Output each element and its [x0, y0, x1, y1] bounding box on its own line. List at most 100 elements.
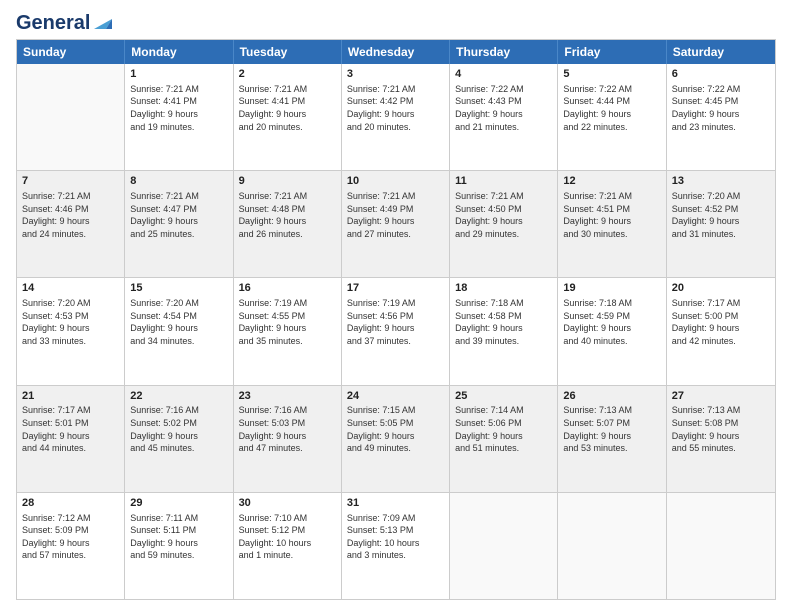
calendar-cell: 12Sunrise: 7:21 AMSunset: 4:51 PMDayligh… [558, 171, 666, 277]
cell-info: and 39 minutes. [455, 335, 552, 348]
cell-info: Sunset: 5:11 PM [130, 524, 227, 537]
calendar-header: SundayMondayTuesdayWednesdayThursdayFrid… [17, 40, 775, 64]
cell-info: Sunset: 4:43 PM [455, 95, 552, 108]
cell-info: and 49 minutes. [347, 442, 444, 455]
calendar-week-row: 7Sunrise: 7:21 AMSunset: 4:46 PMDaylight… [17, 171, 775, 278]
calendar-cell [667, 493, 775, 599]
calendar: SundayMondayTuesdayWednesdayThursdayFrid… [16, 39, 776, 600]
cell-info: and 20 minutes. [239, 121, 336, 134]
cell-info: Sunset: 5:02 PM [130, 417, 227, 430]
calendar-cell: 10Sunrise: 7:21 AMSunset: 4:49 PMDayligh… [342, 171, 450, 277]
day-number: 17 [347, 281, 444, 296]
day-number: 23 [239, 389, 336, 404]
cell-info: Sunrise: 7:16 AM [239, 404, 336, 417]
cell-info: Daylight: 9 hours [455, 215, 552, 228]
cell-info: Sunset: 4:52 PM [672, 203, 770, 216]
cell-info: Sunrise: 7:21 AM [347, 83, 444, 96]
cell-info: Sunset: 4:41 PM [239, 95, 336, 108]
cell-info: Sunrise: 7:20 AM [130, 297, 227, 310]
logo: General [16, 12, 114, 31]
cell-info: Sunrise: 7:21 AM [563, 190, 660, 203]
cell-info: Sunrise: 7:11 AM [130, 512, 227, 525]
calendar-cell: 19Sunrise: 7:18 AMSunset: 4:59 PMDayligh… [558, 278, 666, 384]
calendar-cell: 21Sunrise: 7:17 AMSunset: 5:01 PMDayligh… [17, 386, 125, 492]
cell-info: and 20 minutes. [347, 121, 444, 134]
cell-info: and 37 minutes. [347, 335, 444, 348]
cell-info: Sunset: 5:03 PM [239, 417, 336, 430]
cell-info: and 44 minutes. [22, 442, 119, 455]
cell-info: Daylight: 9 hours [239, 322, 336, 335]
day-number: 18 [455, 281, 552, 296]
cell-info: Sunrise: 7:15 AM [347, 404, 444, 417]
day-number: 26 [563, 389, 660, 404]
day-number: 9 [239, 174, 336, 189]
cell-info: and 40 minutes. [563, 335, 660, 348]
cell-info: Daylight: 9 hours [130, 430, 227, 443]
cell-info: Sunrise: 7:13 AM [563, 404, 660, 417]
day-number: 27 [672, 389, 770, 404]
cell-info: Sunset: 5:09 PM [22, 524, 119, 537]
calendar-cell: 16Sunrise: 7:19 AMSunset: 4:55 PMDayligh… [234, 278, 342, 384]
day-number: 8 [130, 174, 227, 189]
calendar-cell: 17Sunrise: 7:19 AMSunset: 4:56 PMDayligh… [342, 278, 450, 384]
calendar-header-cell: Wednesday [342, 40, 450, 64]
day-number: 11 [455, 174, 552, 189]
cell-info: Daylight: 9 hours [347, 322, 444, 335]
calendar-cell: 20Sunrise: 7:17 AMSunset: 5:00 PMDayligh… [667, 278, 775, 384]
calendar-header-cell: Tuesday [234, 40, 342, 64]
page: General SundayMondayTuesdayWednesdayThur… [0, 0, 792, 612]
cell-info: and 59 minutes. [130, 549, 227, 562]
cell-info: Sunrise: 7:12 AM [22, 512, 119, 525]
cell-info: and 45 minutes. [130, 442, 227, 455]
day-number: 6 [672, 67, 770, 82]
calendar-week-row: 21Sunrise: 7:17 AMSunset: 5:01 PMDayligh… [17, 386, 775, 493]
day-number: 25 [455, 389, 552, 404]
calendar-cell: 28Sunrise: 7:12 AMSunset: 5:09 PMDayligh… [17, 493, 125, 599]
calendar-cell: 1Sunrise: 7:21 AMSunset: 4:41 PMDaylight… [125, 64, 233, 170]
cell-info: and 21 minutes. [455, 121, 552, 134]
logo-general: General [16, 12, 90, 35]
cell-info: and 26 minutes. [239, 228, 336, 241]
calendar-cell: 27Sunrise: 7:13 AMSunset: 5:08 PMDayligh… [667, 386, 775, 492]
day-number: 10 [347, 174, 444, 189]
day-number: 28 [22, 496, 119, 511]
cell-info: Daylight: 9 hours [239, 430, 336, 443]
cell-info: Sunrise: 7:17 AM [22, 404, 119, 417]
cell-info: and 1 minute. [239, 549, 336, 562]
cell-info: Sunset: 4:50 PM [455, 203, 552, 216]
cell-info: Sunset: 4:48 PM [239, 203, 336, 216]
calendar-week-row: 14Sunrise: 7:20 AMSunset: 4:53 PMDayligh… [17, 278, 775, 385]
cell-info: Sunrise: 7:09 AM [347, 512, 444, 525]
cell-info: Sunrise: 7:22 AM [455, 83, 552, 96]
day-number: 22 [130, 389, 227, 404]
calendar-week-row: 28Sunrise: 7:12 AMSunset: 5:09 PM Dayligh… [17, 493, 775, 599]
cell-info: Daylight: 9 hours [455, 430, 552, 443]
cell-info: Daylight: 9 hours [130, 108, 227, 121]
cell-info: Daylight: 9 hours [347, 108, 444, 121]
cell-info: Sunset: 4:41 PM [130, 95, 227, 108]
day-number: 3 [347, 67, 444, 82]
cell-info: Sunrise: 7:13 AM [672, 404, 770, 417]
cell-info: Daylight: 9 hours [239, 215, 336, 228]
cell-info: Sunset: 4:54 PM [130, 310, 227, 323]
cell-info: Daylight: 9 hours [672, 322, 770, 335]
calendar-header-cell: Friday [558, 40, 666, 64]
calendar-cell: 8Sunrise: 7:21 AMSunset: 4:47 PMDaylight… [125, 171, 233, 277]
cell-info: Daylight: 9 hours [130, 537, 227, 550]
cell-info: Sunset: 5:06 PM [455, 417, 552, 430]
cell-info: and 51 minutes. [455, 442, 552, 455]
calendar-cell: 15Sunrise: 7:20 AMSunset: 4:54 PMDayligh… [125, 278, 233, 384]
cell-info: Sunrise: 7:14 AM [455, 404, 552, 417]
calendar-cell: 11Sunrise: 7:21 AMSunset: 4:50 PMDayligh… [450, 171, 558, 277]
cell-info: Sunset: 4:56 PM [347, 310, 444, 323]
day-number: 19 [563, 281, 660, 296]
cell-info: Daylight: 10 hours [347, 537, 444, 550]
day-number: 2 [239, 67, 336, 82]
calendar-header-cell: Sunday [17, 40, 125, 64]
cell-info: and 27 minutes. [347, 228, 444, 241]
calendar-week-row: 1Sunrise: 7:21 AMSunset: 4:41 PMDaylight… [17, 64, 775, 171]
calendar-cell: 2Sunrise: 7:21 AMSunset: 4:41 PMDaylight… [234, 64, 342, 170]
calendar-cell: 23Sunrise: 7:16 AMSunset: 5:03 PMDayligh… [234, 386, 342, 492]
calendar-cell: 9Sunrise: 7:21 AMSunset: 4:48 PMDaylight… [234, 171, 342, 277]
logo-wing-icon [92, 15, 114, 33]
